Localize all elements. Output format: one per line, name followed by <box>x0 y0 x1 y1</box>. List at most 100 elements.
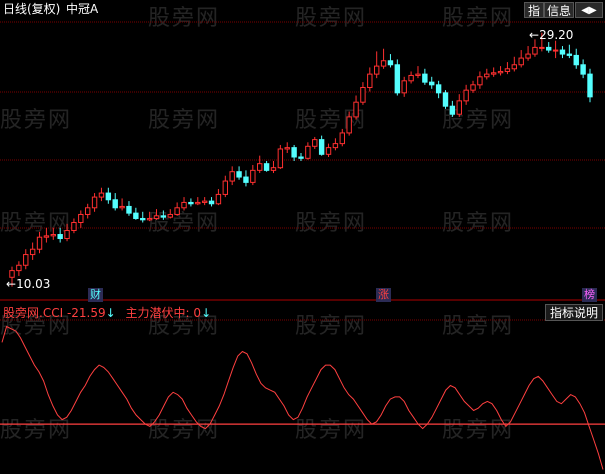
event-tag-rise[interactable]: 涨 <box>376 288 391 302</box>
indicator-explain-button[interactable]: 指标说明 <box>545 304 603 321</box>
candle-body <box>270 167 277 171</box>
candle-body <box>490 72 497 75</box>
candle-body <box>552 49 559 52</box>
candle <box>415 66 421 79</box>
arrow-left-icon: ← <box>6 277 17 291</box>
candle <box>50 227 56 240</box>
candle <box>518 50 524 68</box>
candle <box>71 218 77 234</box>
candle <box>181 197 187 211</box>
event-tag-rank[interactable]: 榜 <box>582 288 597 302</box>
candle <box>456 94 462 117</box>
candle-body <box>257 163 263 171</box>
candle-body <box>291 147 297 158</box>
candle <box>552 40 559 59</box>
candle <box>525 46 531 61</box>
candle <box>339 128 345 147</box>
candle-body <box>339 132 345 145</box>
candle <box>243 170 249 187</box>
candle <box>435 80 442 99</box>
candle-body <box>181 201 187 209</box>
candle-body <box>167 213 173 218</box>
candle-body <box>546 46 552 51</box>
candle-body <box>305 145 311 159</box>
candle <box>325 143 332 157</box>
nav-arrows-button[interactable]: ◀▶ <box>575 2 603 18</box>
candle <box>490 67 497 77</box>
candle-body <box>325 147 332 155</box>
stock-name: 中冠A <box>66 2 99 16</box>
candle-body <box>126 205 132 214</box>
candle <box>215 189 222 206</box>
candle-body <box>504 68 511 72</box>
low-price-label: 10.03 <box>16 277 51 291</box>
candle-body <box>539 46 545 49</box>
event-tag-finance[interactable]: 财 <box>88 288 103 302</box>
candle-body <box>422 73 428 83</box>
candle-body <box>153 215 160 219</box>
candle <box>222 175 229 198</box>
candle-body <box>263 163 270 171</box>
cci-line <box>1 325 604 470</box>
candle-body <box>463 89 469 102</box>
candle-body <box>470 84 476 91</box>
candle-body <box>346 116 352 134</box>
candle-body <box>236 171 242 178</box>
candle <box>559 46 566 59</box>
candle <box>23 249 29 270</box>
candle <box>401 76 407 97</box>
candle-body <box>373 65 380 75</box>
candle <box>64 223 70 242</box>
candle-body <box>215 193 222 205</box>
candle <box>84 203 91 219</box>
indicator-button[interactable]: 指 <box>524 2 544 18</box>
candle-body <box>380 60 387 67</box>
candle <box>236 166 242 180</box>
candle <box>146 211 153 222</box>
candle <box>208 197 215 207</box>
candle-body <box>566 53 573 56</box>
candle <box>112 193 118 211</box>
candle-body <box>511 64 518 70</box>
candle <box>546 42 552 53</box>
candle-body <box>518 57 524 66</box>
candle <box>580 59 586 79</box>
candle <box>16 261 22 276</box>
candle-body <box>64 230 70 240</box>
candle <box>470 80 476 93</box>
candle <box>43 227 50 243</box>
candle-body <box>429 81 435 86</box>
candle-body <box>587 73 593 98</box>
candle-body <box>119 205 125 209</box>
candle-body <box>318 139 325 155</box>
candle-body <box>23 254 29 266</box>
candle <box>504 62 511 75</box>
candle <box>353 95 359 120</box>
high-price-marker: ←29.20 <box>529 28 573 42</box>
candle <box>566 44 573 59</box>
candle <box>346 111 352 136</box>
candle <box>429 76 435 89</box>
candle <box>133 207 139 220</box>
candle <box>484 68 490 80</box>
candle-body <box>133 212 139 219</box>
candle-body <box>277 148 284 169</box>
candle-body <box>298 156 304 159</box>
candle <box>153 209 160 220</box>
candle-body <box>91 196 98 209</box>
candle <box>36 231 43 254</box>
candle <box>119 198 125 211</box>
candle <box>463 84 469 105</box>
candle <box>587 68 593 103</box>
candle-body <box>387 60 394 66</box>
candle-body <box>573 54 579 66</box>
low-price-marker: ←10.03 <box>6 277 50 291</box>
candle <box>318 135 325 156</box>
candle-body <box>525 53 531 59</box>
candle <box>367 67 373 92</box>
info-button[interactable]: 信息 <box>544 2 574 18</box>
arrow-down-icon: ↓ <box>201 306 212 320</box>
candle <box>387 54 394 68</box>
arrow-left-icon: ← <box>529 28 540 42</box>
candle-body <box>408 74 414 82</box>
